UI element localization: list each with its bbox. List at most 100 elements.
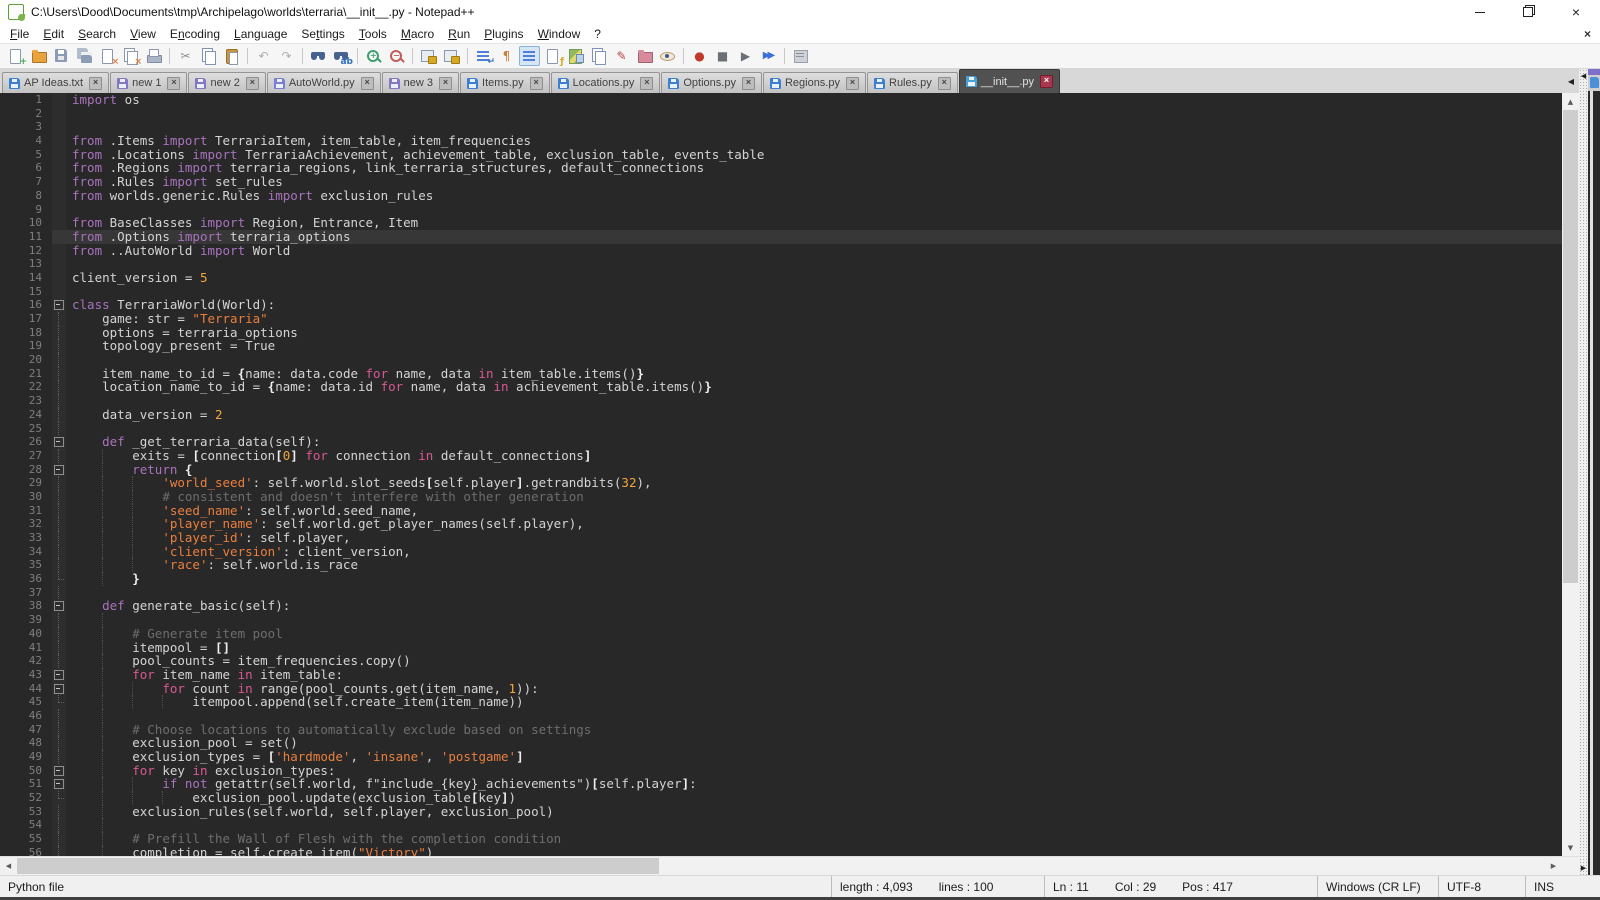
fold-collapse-icon[interactable]: [54, 465, 64, 475]
menu-item-plugins[interactable]: Plugins: [477, 26, 530, 42]
line-number[interactable]: 15: [0, 285, 52, 299]
menu-item-macro[interactable]: Macro: [394, 26, 441, 42]
menu-item-edit[interactable]: Edit: [36, 26, 71, 42]
folder-as-workspace-button[interactable]: [634, 46, 655, 66]
tab-ap-ideas-txt[interactable]: AP Ideas.txt×: [2, 72, 109, 93]
paste-button[interactable]: [221, 46, 242, 66]
fold-collapse-icon[interactable]: [54, 670, 64, 680]
zoom-in-button[interactable]: +: [363, 46, 384, 66]
new-file-button[interactable]: +: [5, 46, 26, 66]
line-number[interactable]: 39: [0, 613, 52, 627]
line-number[interactable]: 53: [0, 805, 52, 819]
close-button[interactable]: ×: [97, 46, 118, 66]
tab-close-icon[interactable]: ×: [742, 77, 755, 90]
fold-collapse-icon[interactable]: [54, 684, 64, 694]
line-number[interactable]: 42: [0, 654, 52, 668]
horizontal-scrollbar[interactable]: ◀ ▶: [0, 856, 1579, 875]
tab-items-py[interactable]: Items.py×: [460, 72, 550, 93]
splitter-collapse-left-icon[interactable]: ◀: [1581, 72, 1586, 80]
secondary-pane-tab[interactable]: [1588, 75, 1600, 91]
tab-close-icon[interactable]: ×: [89, 77, 102, 90]
menu-item-settings[interactable]: Settings: [294, 26, 351, 42]
tab-rules-py[interactable]: Rules.py×: [867, 72, 958, 93]
tab-close-icon[interactable]: ×: [640, 77, 653, 90]
line-number[interactable]: 22: [0, 380, 52, 394]
tab-close-icon[interactable]: ×: [361, 77, 374, 90]
menu-item-help[interactable]: ?: [587, 26, 608, 42]
line-number[interactable]: 45: [0, 695, 52, 709]
tab-new-2[interactable]: new 2×: [188, 72, 265, 93]
tab-close-icon[interactable]: ×: [846, 77, 859, 90]
line-number[interactable]: 17: [0, 312, 52, 326]
undo-button[interactable]: ↶: [253, 46, 274, 66]
macro-run-multiple-button[interactable]: ▶▶: [758, 46, 779, 66]
line-number[interactable]: 21: [0, 367, 52, 381]
menu-item-run[interactable]: Run: [441, 26, 477, 42]
vertical-scrollbar-thumb[interactable]: [1563, 110, 1578, 583]
line-number[interactable]: 47: [0, 723, 52, 737]
scroll-left-icon[interactable]: ◀: [0, 857, 17, 875]
line-number[interactable]: 32: [0, 517, 52, 531]
menu-item-tools[interactable]: Tools: [352, 26, 394, 42]
line-number[interactable]: 48: [0, 736, 52, 750]
function-list-button[interactable]: ƒ: [542, 46, 563, 66]
line-number[interactable]: 55: [0, 832, 52, 846]
tab-new-1[interactable]: new 1×: [110, 72, 187, 93]
close-all-button[interactable]: ×: [120, 46, 141, 66]
fold-collapse-icon[interactable]: [54, 601, 64, 611]
scroll-right-icon[interactable]: ▶: [1545, 857, 1562, 875]
fold-collapse-icon[interactable]: [54, 766, 64, 776]
line-number[interactable]: 20: [0, 353, 52, 367]
line-number[interactable]: 33: [0, 531, 52, 545]
line-number[interactable]: 40: [0, 627, 52, 641]
line-number[interactable]: 13: [0, 257, 52, 271]
fold-collapse-icon[interactable]: [54, 779, 64, 789]
menu-item-view[interactable]: View: [123, 26, 163, 42]
splitter-collapse-right-icon[interactable]: ▶: [1581, 864, 1586, 872]
menu-item-file[interactable]: File: [3, 26, 36, 42]
show-all-characters-button[interactable]: ¶: [496, 46, 517, 66]
pane-splitter[interactable]: ◀ ▶: [1579, 69, 1588, 875]
macro-play-button[interactable]: ▶: [735, 46, 756, 66]
line-number[interactable]: 37: [0, 586, 52, 600]
sync-vertical-scrolling-button[interactable]: [418, 46, 439, 66]
replace-button[interactable]: ab: [331, 46, 352, 66]
line-number[interactable]: 3: [0, 120, 52, 134]
line-number[interactable]: 38: [0, 599, 52, 613]
line-number[interactable]: 25: [0, 422, 52, 436]
line-number[interactable]: 2: [0, 107, 52, 121]
line-number[interactable]: 56: [0, 846, 52, 856]
macro-record-button[interactable]: ●: [689, 46, 710, 66]
monitoring-button[interactable]: [657, 46, 678, 66]
macro-save-button[interactable]: [790, 46, 811, 66]
tab-init-py[interactable]: __init__.py×: [959, 69, 1060, 93]
line-number[interactable]: 4: [0, 134, 52, 148]
tab-close-icon[interactable]: ×: [1040, 75, 1053, 88]
line-number[interactable]: 35: [0, 558, 52, 572]
show-indent-guide-button[interactable]: [519, 46, 540, 66]
macro-stop-button[interactable]: ■: [712, 46, 733, 66]
close-button[interactable]: ×: [1552, 0, 1600, 24]
fold-collapse-icon[interactable]: [54, 437, 64, 447]
line-number[interactable]: 34: [0, 545, 52, 559]
line-number[interactable]: 46: [0, 709, 52, 723]
line-number[interactable]: 24: [0, 408, 52, 422]
line-number[interactable]: 7: [0, 175, 52, 189]
tab-close-icon[interactable]: ×: [439, 77, 452, 90]
editor[interactable]: 1import os234from .Items import Terraria…: [0, 93, 1562, 856]
print-button[interactable]: [143, 46, 164, 66]
save-button[interactable]: [51, 46, 72, 66]
tab-close-icon[interactable]: ×: [530, 77, 543, 90]
line-number[interactable]: 49: [0, 750, 52, 764]
minimize-button[interactable]: [1456, 0, 1504, 24]
line-number[interactable]: 18: [0, 326, 52, 340]
scroll-up-icon[interactable]: ▲: [1562, 93, 1579, 110]
document-list-button[interactable]: [588, 46, 609, 66]
line-number[interactable]: 29: [0, 476, 52, 490]
tab-options-py[interactable]: Options.py×: [661, 72, 762, 93]
cut-button[interactable]: ✂: [175, 46, 196, 66]
status-eol-format[interactable]: Windows (CR LF): [1317, 876, 1438, 897]
line-number[interactable]: 52: [0, 791, 52, 805]
copy-button[interactable]: [198, 46, 219, 66]
line-number[interactable]: 5: [0, 148, 52, 162]
